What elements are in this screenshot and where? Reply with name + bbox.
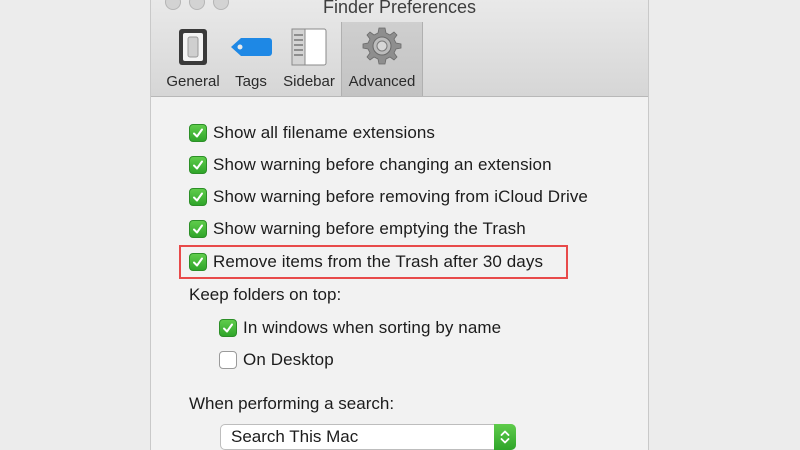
tab-tags-label: Tags bbox=[235, 73, 267, 90]
option-remove-trash-30-days[interactable]: Remove items from the Trash after 30 day… bbox=[189, 252, 543, 272]
keep-folders-heading: Keep folders on top: bbox=[189, 285, 342, 304]
tab-sidebar[interactable]: Sidebar bbox=[277, 22, 341, 96]
tab-advanced-label: Advanced bbox=[348, 73, 416, 90]
checkmark-icon bbox=[193, 257, 203, 267]
checkmark-icon bbox=[193, 192, 203, 202]
advanced-pane: Show all filename extensions Show warnin… bbox=[151, 97, 648, 450]
tab-sidebar-label: Sidebar bbox=[283, 73, 335, 90]
finder-preferences-window: Finder Preferences General Tags Sidebar … bbox=[151, 0, 648, 450]
window-titlebar: Finder Preferences General Tags Sidebar … bbox=[151, 0, 648, 97]
checkbox-checked[interactable] bbox=[189, 156, 207, 174]
option-label: Remove items from the Trash after 30 day… bbox=[213, 252, 544, 271]
option-show-extensions[interactable]: Show all filename extensions bbox=[189, 123, 435, 143]
sidebar-icon bbox=[291, 28, 327, 70]
option-warn-icloud-remove[interactable]: Show warning before removing from iCloud… bbox=[189, 187, 588, 207]
window-title: Finder Preferences bbox=[322, 0, 477, 17]
checkmark-icon bbox=[193, 224, 203, 234]
select-arrows-icon bbox=[494, 424, 516, 450]
checkbox-checked[interactable] bbox=[189, 253, 207, 271]
checkbox-checked[interactable] bbox=[189, 124, 207, 142]
checkmark-icon bbox=[193, 128, 203, 138]
option-label: Show warning before emptying the Trash bbox=[213, 219, 526, 238]
option-folders-top-windows[interactable]: In windows when sorting by name bbox=[219, 318, 501, 338]
checkbox-checked[interactable] bbox=[189, 220, 207, 238]
option-warn-change-extension[interactable]: Show warning before changing an extensio… bbox=[189, 155, 552, 175]
search-scope-select[interactable]: Search This Mac bbox=[220, 424, 516, 450]
option-label: Show warning before changing an extensio… bbox=[213, 155, 552, 174]
option-label: In windows when sorting by name bbox=[243, 318, 502, 337]
option-label: On Desktop bbox=[243, 350, 334, 369]
option-label: Show warning before removing from iCloud… bbox=[213, 187, 588, 206]
option-folders-top-desktop[interactable]: On Desktop bbox=[219, 350, 334, 370]
checkmark-icon bbox=[193, 160, 203, 170]
tab-general-label: General bbox=[166, 73, 220, 90]
checkbox-unchecked[interactable] bbox=[219, 351, 237, 369]
tab-tags[interactable]: Tags bbox=[225, 22, 277, 96]
tab-advanced[interactable]: Advanced bbox=[341, 22, 423, 96]
option-warn-empty-trash[interactable]: Show warning before emptying the Trash bbox=[189, 219, 526, 239]
search-scope-heading: When performing a search: bbox=[189, 394, 395, 413]
checkbox-checked[interactable] bbox=[219, 319, 237, 337]
general-switch-icon bbox=[178, 28, 208, 70]
gear-icon bbox=[361, 25, 403, 71]
tag-icon bbox=[229, 36, 273, 62]
tab-general[interactable]: General bbox=[161, 22, 225, 96]
checkmark-icon bbox=[223, 323, 233, 333]
screenshot-page: Finder Preferences General Tags Sidebar … bbox=[0, 0, 800, 450]
checkbox-checked[interactable] bbox=[189, 188, 207, 206]
search-scope-value: Search This Mac bbox=[231, 427, 359, 446]
option-label: Show all filename extensions bbox=[213, 123, 436, 142]
